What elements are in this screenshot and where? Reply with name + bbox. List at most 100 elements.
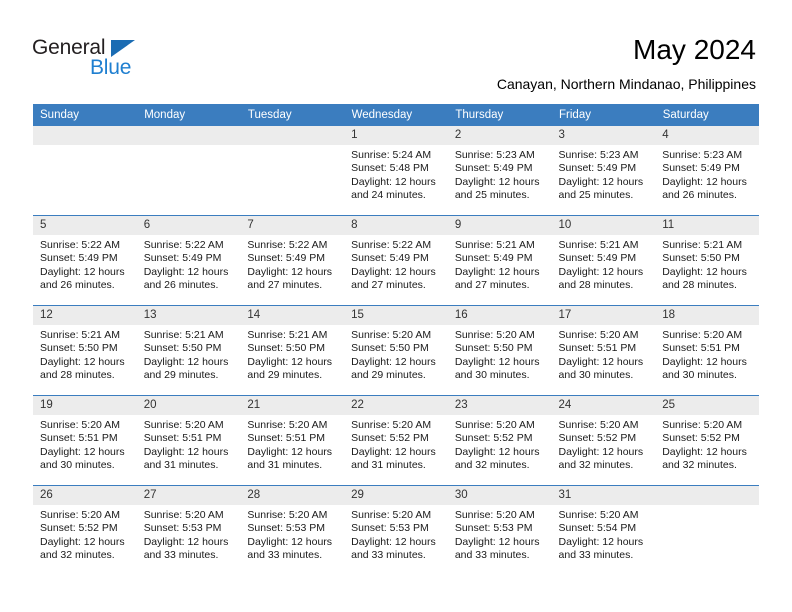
day-number — [655, 486, 759, 505]
day-details: Sunrise: 5:21 AM Sunset: 5:49 PM Daylight:… — [552, 235, 656, 293]
calendar-grid: Sunday Monday Tuesday Wednesday Thursday… — [33, 104, 760, 575]
day-details: Sunrise: 5:22 AM Sunset: 5:49 PM Daylight:… — [344, 235, 448, 293]
calendar-day-cell[interactable]: 8 Sunrise: 5:22 AM Sunset: 5:49 PM Daylight… — [344, 215, 448, 306]
sunset-time: Sunset: 5:50 PM — [143, 342, 222, 355]
calendar-day-cell[interactable]: 13 Sunrise: 5:21 AM Sunset: 5:50 PM Dayligh… — [136, 305, 241, 396]
sunset-time: Sunset: 5:53 PM — [143, 522, 222, 535]
daylight-line-2: and 26 minutes. — [143, 279, 219, 292]
sunrise-time: Sunrise: 5:20 AM — [454, 419, 535, 431]
day-details: Sunrise: 5:24 AM Sunset: 5:48 PM Daylight:… — [344, 145, 448, 203]
calendar-day-cell[interactable]: 9 Sunrise: 5:21 AM Sunset: 5:49 PM Daylight… — [447, 215, 552, 306]
daylight-line-2: and 30 minutes. — [662, 369, 737, 382]
calendar-cell-empty — [33, 126, 137, 216]
calendar-day-cell[interactable]: 5 Sunrise: 5:22 AM Sunset: 5:49 PM Daylight… — [33, 215, 137, 306]
day-number: 27 — [136, 486, 241, 505]
day-number: 6 — [136, 216, 241, 235]
weekday-header-monday: Monday — [136, 104, 241, 126]
calendar-day-cell[interactable]: 23 Sunrise: 5:20 AM Sunset: 5:52 PM Dayligh… — [447, 395, 552, 486]
calendar-day-cell[interactable]: 15 Sunrise: 5:20 AM Sunset: 5:50 PM Dayligh… — [344, 305, 448, 396]
daylight-line-1: Daylight: 12 hours — [454, 445, 540, 458]
daylight-line-2: and 33 minutes. — [558, 549, 634, 562]
calendar-day-cell[interactable]: 20 Sunrise: 5:20 AM Sunset: 5:51 PM Dayligh… — [136, 395, 241, 486]
calendar-day-cell[interactable]: 25 Sunrise: 5:20 AM Sunset: 5:52 PM Dayligh… — [655, 395, 759, 486]
sunrise-time: Sunrise: 5:20 AM — [558, 509, 639, 521]
calendar-day-cell[interactable]: 4 Sunrise: 5:23 AM Sunset: 5:49 PM Daylight… — [655, 126, 759, 216]
calendar-day-cell[interactable]: 17 Sunrise: 5:20 AM Sunset: 5:51 PM Dayligh… — [551, 305, 656, 396]
calendar-day-cell[interactable]: 3 Sunrise: 5:23 AM Sunset: 5:49 PM Daylight… — [551, 126, 656, 216]
sunrise-time: Sunrise: 5:24 AM — [351, 149, 432, 161]
daylight-line-2: and 33 minutes. — [247, 549, 323, 562]
daylight-line-2: and 31 minutes. — [247, 459, 323, 472]
weekday-header-wednesday: Wednesday — [344, 104, 449, 126]
sunset-time: Sunset: 5:53 PM — [351, 522, 429, 535]
calendar-week-row: 5 Sunrise: 5:22 AM Sunset: 5:49 PM Daylight… — [33, 215, 759, 306]
daylight-line-2: and 31 minutes. — [143, 459, 219, 472]
sunrise-time: Sunrise: 5:20 AM — [454, 509, 535, 521]
day-details: Sunrise: 5:20 AM Sunset: 5:50 PM Daylight:… — [344, 325, 448, 383]
daylight-line-2: and 30 minutes. — [40, 459, 115, 472]
day-details: Sunrise: 5:20 AM Sunset: 5:51 PM Daylight:… — [240, 415, 344, 473]
sunset-time: Sunset: 5:52 PM — [558, 432, 637, 445]
day-details: Sunrise: 5:20 AM Sunset: 5:52 PM Daylight:… — [448, 415, 552, 473]
sunrise-time: Sunrise: 5:21 AM — [558, 239, 639, 251]
sunset-time: Sunset: 5:48 PM — [351, 162, 429, 175]
daylight-line-1: Daylight: 12 hours — [454, 535, 540, 548]
sunset-time: Sunset: 5:50 PM — [662, 252, 740, 265]
sunrise-time: Sunrise: 5:22 AM — [351, 239, 432, 251]
daylight-line-1: Daylight: 12 hours — [143, 355, 229, 368]
sunrise-time: Sunrise: 5:20 AM — [40, 509, 120, 521]
sunset-time: Sunset: 5:51 PM — [40, 432, 118, 445]
day-details: Sunrise: 5:20 AM Sunset: 5:52 PM Daylight:… — [552, 415, 656, 473]
sunrise-time: Sunrise: 5:20 AM — [247, 509, 328, 521]
calendar-day-cell[interactable]: 30 Sunrise: 5:20 AM Sunset: 5:53 PM Dayligh… — [447, 485, 552, 575]
calendar-day-cell[interactable]: 22 Sunrise: 5:20 AM Sunset: 5:52 PM Dayligh… — [344, 395, 448, 486]
calendar-day-cell[interactable]: 18 Sunrise: 5:20 AM Sunset: 5:51 PM Dayligh… — [655, 305, 759, 396]
daylight-line-2: and 26 minutes. — [662, 189, 737, 202]
sunrise-time: Sunrise: 5:23 AM — [558, 149, 639, 161]
calendar-day-cell[interactable]: 27 Sunrise: 5:20 AM Sunset: 5:53 PM Dayligh… — [136, 485, 241, 575]
calendar-day-cell[interactable]: 6 Sunrise: 5:22 AM Sunset: 5:49 PM Daylight… — [136, 215, 241, 306]
calendar-day-cell[interactable]: 2 Sunrise: 5:23 AM Sunset: 5:49 PM Daylight… — [447, 126, 552, 216]
day-number: 17 — [551, 306, 656, 325]
calendar-day-cell[interactable]: 21 Sunrise: 5:20 AM Sunset: 5:51 PM Dayligh… — [240, 395, 345, 486]
day-details: Sunrise: 5:20 AM Sunset: 5:53 PM Daylight:… — [344, 505, 448, 563]
day-details: Sunrise: 5:23 AM Sunset: 5:49 PM Daylight:… — [448, 145, 552, 203]
daylight-line-1: Daylight: 12 hours — [247, 265, 333, 278]
calendar-cell-empty — [240, 126, 345, 216]
calendar-day-cell[interactable]: 29 Sunrise: 5:20 AM Sunset: 5:53 PM Dayligh… — [344, 485, 448, 575]
calendar-week-row: 1 Sunrise: 5:24 AM Sunset: 5:48 PM Daylight… — [33, 126, 759, 216]
calendar-day-cell[interactable]: 11 Sunrise: 5:21 AM Sunset: 5:50 PM Dayligh… — [655, 215, 759, 306]
sunrise-time: Sunrise: 5:20 AM — [351, 509, 432, 521]
day-details: Sunrise: 5:20 AM Sunset: 5:52 PM Daylight:… — [33, 505, 137, 563]
calendar-day-cell[interactable]: 31 Sunrise: 5:20 AM Sunset: 5:54 PM Dayligh… — [551, 485, 656, 575]
calendar-day-cell[interactable]: 26 Sunrise: 5:20 AM Sunset: 5:52 PM Dayligh… — [33, 485, 137, 575]
daylight-line-2: and 32 minutes. — [454, 459, 530, 472]
brand-logo[interactable]: General Blue — [32, 36, 192, 86]
day-details: Sunrise: 5:22 AM Sunset: 5:49 PM Daylight:… — [33, 235, 137, 293]
sunset-time: Sunset: 5:49 PM — [143, 252, 222, 265]
calendar-week-row: 19 Sunrise: 5:20 AM Sunset: 5:51 PM Dayligh… — [33, 395, 759, 486]
calendar-day-cell[interactable]: 16 Sunrise: 5:20 AM Sunset: 5:50 PM Dayligh… — [447, 305, 552, 396]
daylight-line-1: Daylight: 12 hours — [40, 355, 125, 368]
calendar-day-cell[interactable]: 12 Sunrise: 5:21 AM Sunset: 5:50 PM Dayligh… — [33, 305, 137, 396]
calendar-day-cell[interactable]: 19 Sunrise: 5:20 AM Sunset: 5:51 PM Dayligh… — [33, 395, 137, 486]
sunset-time: Sunset: 5:53 PM — [454, 522, 533, 535]
calendar-day-cell[interactable]: 24 Sunrise: 5:20 AM Sunset: 5:52 PM Dayligh… — [551, 395, 656, 486]
sunset-time: Sunset: 5:51 PM — [558, 342, 637, 355]
daylight-line-2: and 26 minutes. — [40, 279, 115, 292]
page-subtitle: Canayan, Northern Mindanao, Philippines — [496, 76, 756, 92]
calendar-day-cell[interactable]: 28 Sunrise: 5:20 AM Sunset: 5:53 PM Dayligh… — [240, 485, 345, 575]
sunrise-time: Sunrise: 5:23 AM — [662, 149, 743, 161]
daylight-line-1: Daylight: 12 hours — [351, 445, 436, 458]
daylight-line-1: Daylight: 12 hours — [351, 355, 436, 368]
sunset-time: Sunset: 5:49 PM — [351, 252, 429, 265]
calendar-day-cell[interactable]: 10 Sunrise: 5:21 AM Sunset: 5:49 PM Dayligh… — [551, 215, 656, 306]
calendar-day-cell[interactable]: 1 Sunrise: 5:24 AM Sunset: 5:48 PM Daylight… — [344, 126, 448, 216]
day-number: 3 — [551, 126, 656, 145]
daylight-line-1: Daylight: 12 hours — [247, 535, 333, 548]
daylight-line-1: Daylight: 12 hours — [40, 445, 125, 458]
calendar-day-cell[interactable]: 14 Sunrise: 5:21 AM Sunset: 5:50 PM Dayligh… — [240, 305, 345, 396]
sunset-time: Sunset: 5:51 PM — [662, 342, 740, 355]
day-details: Sunrise: 5:21 AM Sunset: 5:50 PM Daylight:… — [33, 325, 137, 383]
calendar-day-cell[interactable]: 7 Sunrise: 5:22 AM Sunset: 5:49 PM Daylight… — [240, 215, 345, 306]
